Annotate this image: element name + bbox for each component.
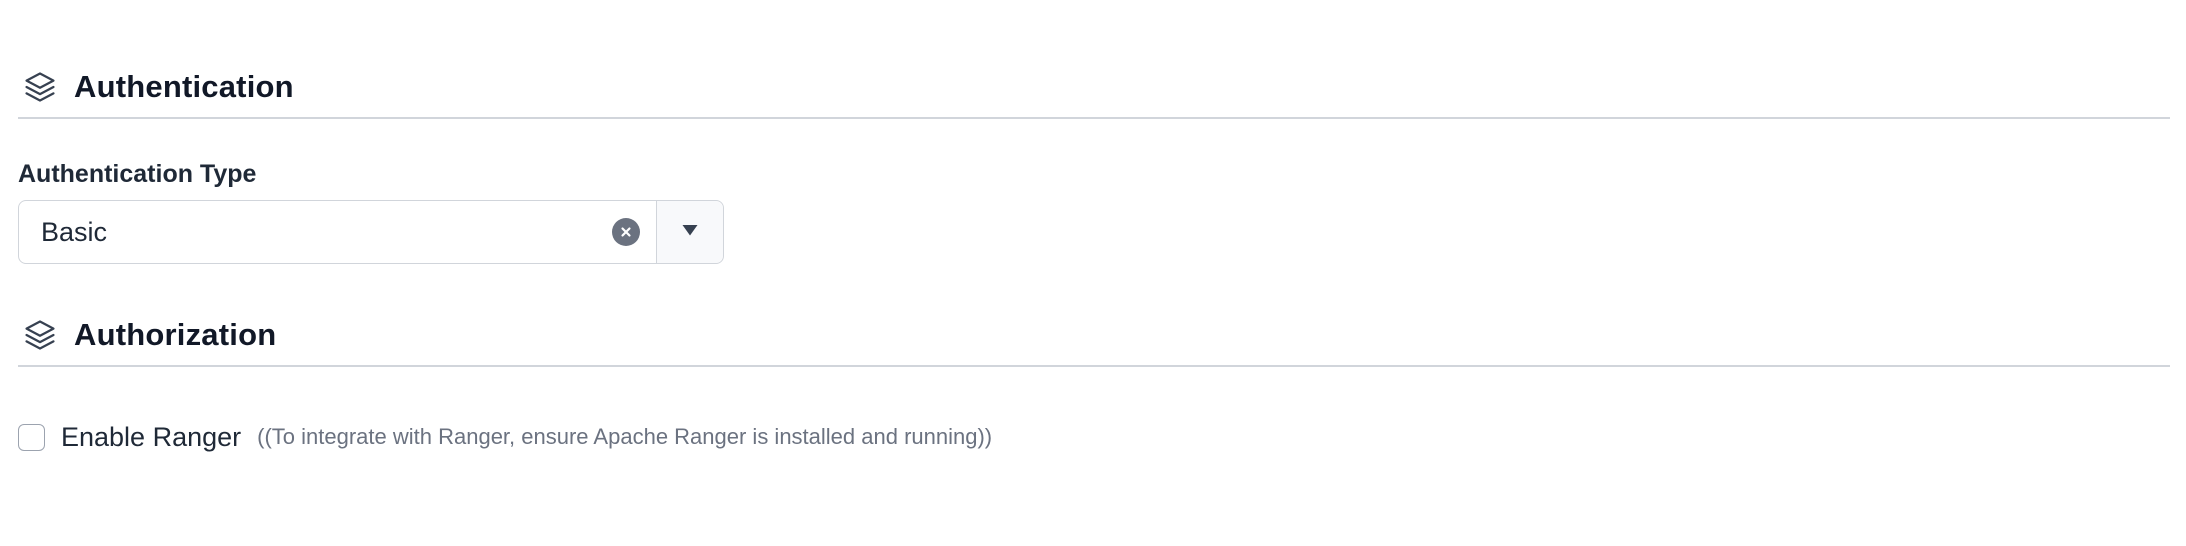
layers-icon <box>22 317 58 353</box>
enable-ranger-hint: ((To integrate with Ranger, ensure Apach… <box>257 424 993 449</box>
authentication-type-select[interactable]: Basic <box>18 200 724 264</box>
authentication-type-label: Authentication Type <box>18 160 257 188</box>
authentication-section-header: Authentication <box>18 57 2170 119</box>
layers-icon <box>22 69 58 105</box>
authorization-section-title: Authorization <box>74 317 277 352</box>
authentication-section-title: Authentication <box>74 69 294 104</box>
enable-ranger-label[interactable]: Enable Ranger <box>61 422 241 453</box>
caret-down-icon <box>681 223 699 242</box>
enable-ranger-row: Enable Ranger ((To integrate with Ranger… <box>18 420 992 454</box>
enable-ranger-checkbox[interactable] <box>18 423 45 451</box>
clear-icon[interactable] <box>612 218 640 246</box>
dropdown-toggle-button[interactable] <box>656 201 723 263</box>
authentication-type-value: Basic <box>41 216 108 247</box>
authorization-section-header: Authorization <box>18 305 2170 367</box>
